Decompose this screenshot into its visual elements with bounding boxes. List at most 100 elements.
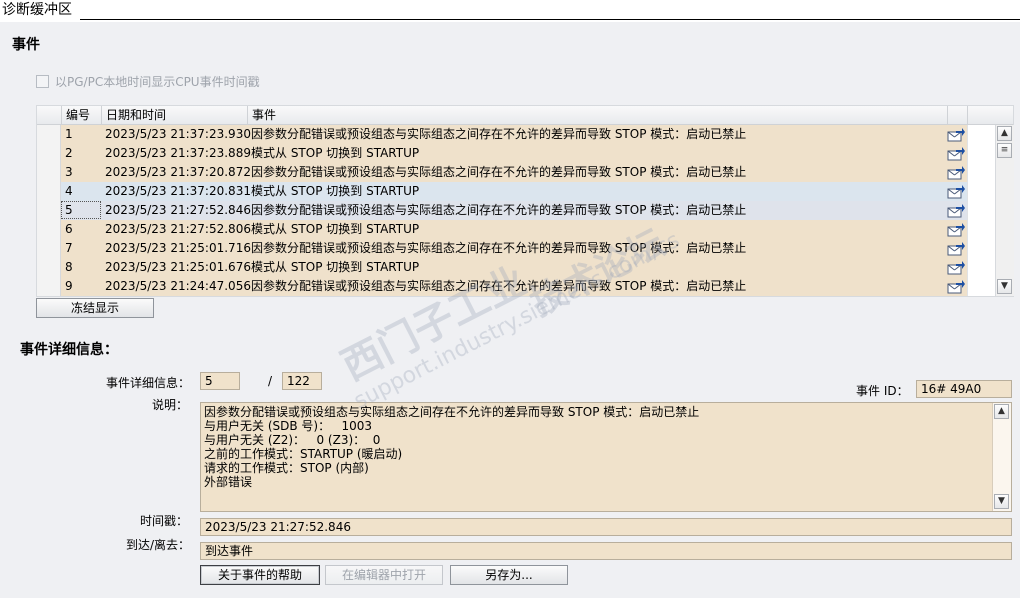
header-selector <box>37 106 61 124</box>
row-datetime: 2023/5/23 21:27:52.806 <box>105 222 251 236</box>
row-blank-cell <box>967 182 996 201</box>
events-section-title: 事件 <box>12 37 40 53</box>
row-num: 3 <box>65 165 73 179</box>
open-in-editor-button[interactable]: 在编辑器中打开 <box>325 565 443 585</box>
detail-total-field: 122 <box>282 372 322 390</box>
row-datetime: 2023/5/23 21:25:01.676 <box>105 260 251 274</box>
header-blank <box>967 106 995 124</box>
go-to-event-icon[interactable] <box>947 127 965 142</box>
row-selector[interactable] <box>37 163 61 182</box>
row-datetime: 2023/5/23 21:25:01.716 <box>105 241 251 255</box>
row-num: 5 <box>65 203 73 217</box>
row-blank-cell <box>967 277 996 296</box>
table-row[interactable]: 2 2023/5/23 21:37:23.889 模式从 STOP 切换到 STAR… <box>37 144 996 163</box>
scroll-up-icon[interactable]: ▲ <box>997 126 1012 141</box>
row-event: 因参数分配错误或预设组态与实际组态之间存在不允许的差异而导致 STOP 模式：启… <box>251 127 747 141</box>
events-table: 编号 日期和时间 事件 1 2023/5/23 21:37:23.930 因参数分配… <box>36 105 1014 297</box>
table-row[interactable]: 9 2023/5/23 21:24:47.056 因参数分配错误或预设组态与实际组态… <box>37 277 996 296</box>
row-blank-cell <box>967 125 996 144</box>
freeze-display-button[interactable]: 冻结显示 <box>36 298 154 318</box>
header-event[interactable]: 事件 <box>247 106 947 124</box>
row-num: 8 <box>65 260 73 274</box>
table-row[interactable]: 8 2023/5/23 21:25:01.676 模式从 STOP 切换到 STAR… <box>37 258 996 277</box>
local-time-checkbox-label: 以PG/PC本地时间显示CPU事件时间戳 <box>55 74 260 89</box>
row-selector[interactable] <box>37 201 61 220</box>
event-id-label: 事件 ID： <box>856 384 909 398</box>
table-row[interactable]: 5 2023/5/23 21:27:52.846 因参数分配错误或预设组态与实际组态… <box>37 201 996 220</box>
description-line: 与用户无关 (Z2)： 0 (Z3)： 0 <box>204 433 381 447</box>
row-event: 因参数分配错误或预设组态与实际组态之间存在不允许的差异而导致 STOP 模式：启… <box>251 165 747 179</box>
row-selector[interactable] <box>37 239 61 258</box>
table-scrollbar[interactable]: ▲ ≡ ▼ <box>995 125 1014 296</box>
row-num: 9 <box>65 279 73 293</box>
table-body: 1 2023/5/23 21:37:23.930 因参数分配错误或预设组态与实际组态… <box>37 125 996 296</box>
table-header: 编号 日期和时间 事件 <box>37 106 1013 125</box>
description-label: 说明： <box>152 398 189 412</box>
row-event: 因参数分配错误或预设组态与实际组态之间存在不允许的差异而导致 STOP 模式：启… <box>251 241 747 255</box>
description-scrollbar[interactable]: ▲ ▼ <box>992 403 1011 511</box>
table-row[interactable]: 6 2023/5/23 21:27:52.806 模式从 STOP 切换到 STAR… <box>37 220 996 239</box>
row-event: 模式从 STOP 切换到 STARTUP <box>251 222 420 236</box>
scroll-thumb-icon[interactable]: ≡ <box>997 143 1012 158</box>
go-to-event-icon[interactable] <box>947 241 965 256</box>
row-num: 6 <box>65 222 73 236</box>
table-row[interactable]: 4 2023/5/23 21:37:20.831 模式从 STOP 切换到 STAR… <box>37 182 996 201</box>
row-selector[interactable] <box>37 125 61 144</box>
local-time-checkbox-row: 以PG/PC本地时间显示CPU事件时间戳 <box>36 72 260 90</box>
go-to-event-icon[interactable] <box>947 184 965 199</box>
local-time-checkbox[interactable] <box>36 74 49 88</box>
row-blank-cell <box>967 239 996 258</box>
window-title: 诊断缓冲区 <box>2 2 72 18</box>
row-datetime: 2023/5/23 21:24:47.056 <box>105 279 251 293</box>
table-row[interactable]: 1 2023/5/23 21:37:23.930 因参数分配错误或预设组态与实际组态… <box>37 125 996 144</box>
timestamp-field: 2023/5/23 21:27:52.846 <box>200 518 1012 536</box>
header-datetime[interactable]: 日期和时间 <box>101 106 247 124</box>
row-selector[interactable] <box>37 258 61 277</box>
description-line: 之前的工作模式：STARTUP (暖启动) <box>204 447 403 461</box>
desc-scroll-down-icon[interactable]: ▼ <box>994 494 1009 509</box>
description-textarea[interactable]: 因参数分配错误或预设组态与实际组态之间存在不允许的差异而导致 STOP 模式：启… <box>200 402 1012 512</box>
event-help-button[interactable]: 关于事件的帮助 <box>200 565 320 585</box>
go-to-event-icon[interactable] <box>947 279 965 294</box>
go-to-event-icon[interactable] <box>947 222 965 237</box>
row-blank-cell <box>967 144 996 163</box>
table-row[interactable]: 3 2023/5/23 21:37:20.872 因参数分配错误或预设组态与实际组态… <box>37 163 996 182</box>
row-event: 因参数分配错误或预设组态与实际组态之间存在不允许的差异而导致 STOP 模式：启… <box>251 279 747 293</box>
detail-separator: / <box>268 374 273 388</box>
go-to-event-icon[interactable] <box>947 203 965 218</box>
row-event: 模式从 STOP 切换到 STARTUP <box>251 260 420 274</box>
table-row[interactable]: 7 2023/5/23 21:25:01.716 因参数分配错误或预设组态与实际组态… <box>37 239 996 258</box>
desc-scroll-up-icon[interactable]: ▲ <box>994 404 1009 419</box>
arrive-leave-field: 到达事件 <box>200 542 1012 560</box>
header-icon <box>947 106 967 124</box>
row-event: 因参数分配错误或预设组态与实际组态之间存在不允许的差异而导致 STOP 模式：启… <box>251 203 747 217</box>
go-to-event-icon[interactable] <box>947 260 965 275</box>
details-section-title: 事件详细信息： <box>20 342 118 358</box>
detail-info-label: 事件详细信息： <box>106 376 191 390</box>
row-blank-cell <box>967 258 996 277</box>
row-datetime: 2023/5/23 21:27:52.846 <box>105 203 251 217</box>
row-num: 1 <box>65 127 73 141</box>
row-selector[interactable] <box>37 220 61 239</box>
detail-index-field[interactable]: 5 <box>200 372 240 390</box>
row-selector[interactable] <box>37 277 61 296</box>
row-datetime: 2023/5/23 21:37:20.872 <box>105 165 251 179</box>
go-to-event-icon[interactable] <box>947 146 965 161</box>
go-to-event-icon[interactable] <box>947 165 965 180</box>
description-line: 外部错误 <box>204 475 253 489</box>
row-selector[interactable] <box>37 144 61 163</box>
description-line: 与用户无关 (SDB 号)： 1003 <box>204 419 373 433</box>
row-event: 模式从 STOP 切换到 STARTUP <box>251 146 420 160</box>
row-blank-cell <box>967 201 996 220</box>
row-blank-cell <box>967 163 996 182</box>
title-underline <box>80 19 1020 20</box>
description-line: 请求的工作模式：STOP (内部) <box>204 461 369 475</box>
timestamp-label: 时间戳： <box>140 514 189 528</box>
header-num[interactable]: 编号 <box>61 106 101 124</box>
row-datetime: 2023/5/23 21:37:23.930 <box>105 127 251 141</box>
save-as-button[interactable]: 另存为... <box>450 565 568 585</box>
scroll-down-icon[interactable]: ▼ <box>997 279 1012 294</box>
event-id-field: 16# 49A0 <box>916 380 1012 398</box>
row-selector[interactable] <box>37 182 61 201</box>
description-line: 因参数分配错误或预设组态与实际组态之间存在不允许的差异而导致 STOP 模式：启… <box>204 405 700 419</box>
